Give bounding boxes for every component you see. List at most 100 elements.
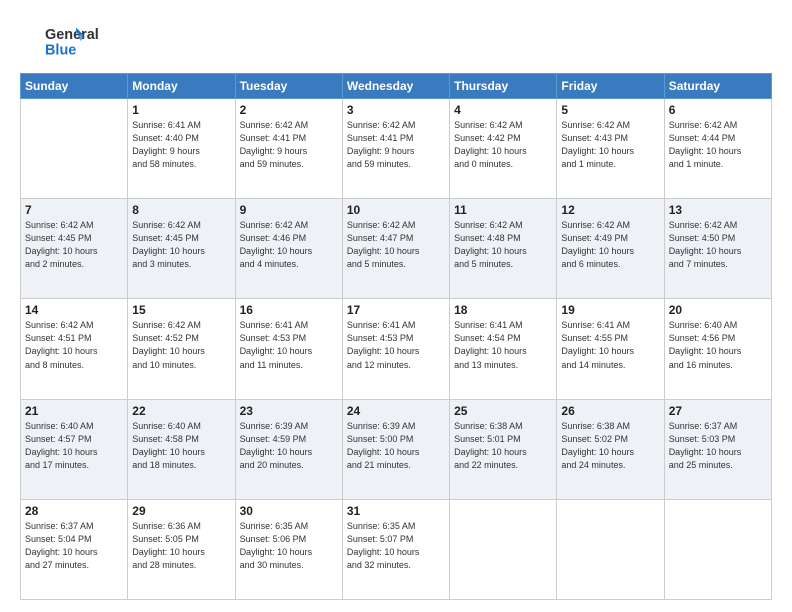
calendar-cell: 22Sunrise: 6:40 AM Sunset: 4:58 PM Dayli… [128, 399, 235, 499]
calendar-cell: 25 Sunrise: 6:38 AM Sunset: 5:01 PM Dayli… [450, 399, 557, 499]
day-info: Sunrise: 6:42 AM Sunset: 4:43 PM Dayligh… [561, 119, 659, 171]
day-number: 8 [132, 203, 230, 217]
day-info: Sunrise: 6:41 AM Sunset: 4:40 PM Dayligh… [132, 119, 230, 171]
calendar-cell [557, 499, 664, 599]
day-info: Sunrise: 6:42 AM Sunset: 4:41 PM Dayligh… [347, 119, 445, 171]
day-number: 4 [454, 103, 552, 117]
day-number: 2 [240, 103, 338, 117]
calendar-cell: 2 Sunrise: 6:42 AM Sunset: 4:41 PM Daylig… [235, 99, 342, 199]
calendar-cell: 16Sunrise: 6:41 AM Sunset: 4:53 PM Dayli… [235, 299, 342, 399]
day-number: 6 [669, 103, 767, 117]
day-number: 9 [240, 203, 338, 217]
calendar-cell: 14Sunrise: 6:42 AM Sunset: 4:51 PM Dayli… [21, 299, 128, 399]
day-number: 15 [132, 303, 230, 317]
column-header-tuesday: Tuesday [235, 74, 342, 99]
column-header-saturday: Saturday [664, 74, 771, 99]
day-number: 30 [240, 504, 338, 518]
calendar-cell: 29 Sunrise: 6:36 AM Sunset: 5:05 PM Dayli… [128, 499, 235, 599]
calendar-cell: 1 Sunrise: 6:41 AM Sunset: 4:40 PM Daylig… [128, 99, 235, 199]
calendar-cell: 31 Sunrise: 6:35 AM Sunset: 5:07 PM Dayli… [342, 499, 449, 599]
day-info: Sunrise: 6:41 AM Sunset: 4:55 PM Dayligh… [561, 319, 659, 371]
day-number: 31 [347, 504, 445, 518]
calendar-cell: 5 Sunrise: 6:42 AM Sunset: 4:43 PM Daylig… [557, 99, 664, 199]
day-number: 5 [561, 103, 659, 117]
day-info: Sunrise: 6:39 AM Sunset: 4:59 PM Dayligh… [240, 420, 338, 472]
day-info: Sunrise: 6:37 AM Sunset: 5:04 PM Dayligh… [25, 520, 123, 572]
day-number: 29 [132, 504, 230, 518]
day-number: 1 [132, 103, 230, 117]
column-header-monday: Monday [128, 74, 235, 99]
day-info: Sunrise: 6:42 AM Sunset: 4:45 PM Dayligh… [132, 219, 230, 271]
logo-icon: General Blue [25, 21, 105, 61]
day-number: 28 [25, 504, 123, 518]
calendar-cell: 3Sunrise: 6:42 AM Sunset: 4:41 PM Daylig… [342, 99, 449, 199]
day-info: Sunrise: 6:38 AM Sunset: 5:02 PM Dayligh… [561, 420, 659, 472]
column-header-sunday: Sunday [21, 74, 128, 99]
day-info: Sunrise: 6:42 AM Sunset: 4:51 PM Dayligh… [25, 319, 123, 371]
svg-text:Blue: Blue [45, 42, 76, 58]
calendar-cell: 8 Sunrise: 6:42 AM Sunset: 4:45 PM Daylig… [128, 199, 235, 299]
day-number: 17 [347, 303, 445, 317]
day-info: Sunrise: 6:39 AM Sunset: 5:00 PM Dayligh… [347, 420, 445, 472]
calendar-cell: 27Sunrise: 6:37 AM Sunset: 5:03 PM Dayli… [664, 399, 771, 499]
day-info: Sunrise: 6:41 AM Sunset: 4:53 PM Dayligh… [347, 319, 445, 371]
day-info: Sunrise: 6:40 AM Sunset: 4:56 PM Dayligh… [669, 319, 767, 371]
day-number: 25 [454, 404, 552, 418]
day-number: 13 [669, 203, 767, 217]
day-info: Sunrise: 6:35 AM Sunset: 5:07 PM Dayligh… [347, 520, 445, 572]
logo: General Blue [20, 18, 110, 63]
day-info: Sunrise: 6:42 AM Sunset: 4:46 PM Dayligh… [240, 219, 338, 271]
header: General Blue [20, 18, 772, 63]
calendar-cell: 7Sunrise: 6:42 AM Sunset: 4:45 PM Daylig… [21, 199, 128, 299]
calendar-cell: 11 Sunrise: 6:42 AM Sunset: 4:48 PM Dayli… [450, 199, 557, 299]
calendar-cell: 24 Sunrise: 6:39 AM Sunset: 5:00 PM Dayli… [342, 399, 449, 499]
calendar-cell: 15Sunrise: 6:42 AM Sunset: 4:52 PM Dayli… [128, 299, 235, 399]
day-number: 10 [347, 203, 445, 217]
day-info: Sunrise: 6:37 AM Sunset: 5:03 PM Dayligh… [669, 420, 767, 472]
calendar-cell: 17 Sunrise: 6:41 AM Sunset: 4:53 PM Dayli… [342, 299, 449, 399]
calendar-cell [450, 499, 557, 599]
day-info: Sunrise: 6:42 AM Sunset: 4:48 PM Dayligh… [454, 219, 552, 271]
day-info: Sunrise: 6:38 AM Sunset: 5:01 PM Dayligh… [454, 420, 552, 472]
column-header-friday: Friday [557, 74, 664, 99]
day-info: Sunrise: 6:42 AM Sunset: 4:49 PM Dayligh… [561, 219, 659, 271]
day-number: 26 [561, 404, 659, 418]
day-number: 23 [240, 404, 338, 418]
day-info: Sunrise: 6:36 AM Sunset: 5:05 PM Dayligh… [132, 520, 230, 572]
day-info: Sunrise: 6:41 AM Sunset: 4:54 PM Dayligh… [454, 319, 552, 371]
calendar-week-row: 21 Sunrise: 6:40 AM Sunset: 4:57 PM Dayli… [21, 399, 772, 499]
calendar-cell: 26 Sunrise: 6:38 AM Sunset: 5:02 PM Dayli… [557, 399, 664, 499]
day-number: 24 [347, 404, 445, 418]
day-info: Sunrise: 6:42 AM Sunset: 4:41 PM Dayligh… [240, 119, 338, 171]
svg-text:General: General [45, 26, 99, 42]
day-info: Sunrise: 6:35 AM Sunset: 5:06 PM Dayligh… [240, 520, 338, 572]
day-info: Sunrise: 6:42 AM Sunset: 4:44 PM Dayligh… [669, 119, 767, 171]
calendar-cell: 19 Sunrise: 6:41 AM Sunset: 4:55 PM Dayli… [557, 299, 664, 399]
calendar-cell: 9 Sunrise: 6:42 AM Sunset: 4:46 PM Daylig… [235, 199, 342, 299]
column-header-wednesday: Wednesday [342, 74, 449, 99]
day-number: 21 [25, 404, 123, 418]
day-info: Sunrise: 6:41 AM Sunset: 4:53 PM Dayligh… [240, 319, 338, 371]
calendar-cell: 12 Sunrise: 6:42 AM Sunset: 4:49 PM Dayli… [557, 199, 664, 299]
day-number: 11 [454, 203, 552, 217]
calendar-header-row: SundayMondayTuesdayWednesdayThursdayFrid… [21, 74, 772, 99]
day-number: 22 [132, 404, 230, 418]
calendar-week-row: 7 Sunrise: 6:42 AM Sunset: 4:45 PM Daylig… [21, 199, 772, 299]
day-info: Sunrise: 6:40 AM Sunset: 4:57 PM Dayligh… [25, 420, 123, 472]
day-number: 19 [561, 303, 659, 317]
calendar-cell: 18Sunrise: 6:41 AM Sunset: 4:54 PM Dayli… [450, 299, 557, 399]
day-info: Sunrise: 6:42 AM Sunset: 4:50 PM Dayligh… [669, 219, 767, 271]
day-number: 12 [561, 203, 659, 217]
calendar-cell [21, 99, 128, 199]
calendar-cell: 28 Sunrise: 6:37 AM Sunset: 5:04 PM Dayli… [21, 499, 128, 599]
calendar-cell: 6 Sunrise: 6:42 AM Sunset: 4:44 PM Daylig… [664, 99, 771, 199]
day-number: 7 [25, 203, 123, 217]
calendar-cell: 10 Sunrise: 6:42 AM Sunset: 4:47 PM Dayli… [342, 199, 449, 299]
day-info: Sunrise: 6:42 AM Sunset: 4:47 PM Dayligh… [347, 219, 445, 271]
calendar-cell: 4Sunrise: 6:42 AM Sunset: 4:42 PM Daylig… [450, 99, 557, 199]
calendar-cell: 20 Sunrise: 6:40 AM Sunset: 4:56 PM Dayli… [664, 299, 771, 399]
page: General Blue SundayMondayTuesdayWednesda… [0, 0, 792, 612]
day-number: 20 [669, 303, 767, 317]
calendar-cell: 30 Sunrise: 6:35 AM Sunset: 5:06 PM Dayli… [235, 499, 342, 599]
calendar-week-row: 1 Sunrise: 6:41 AM Sunset: 4:40 PM Daylig… [21, 99, 772, 199]
